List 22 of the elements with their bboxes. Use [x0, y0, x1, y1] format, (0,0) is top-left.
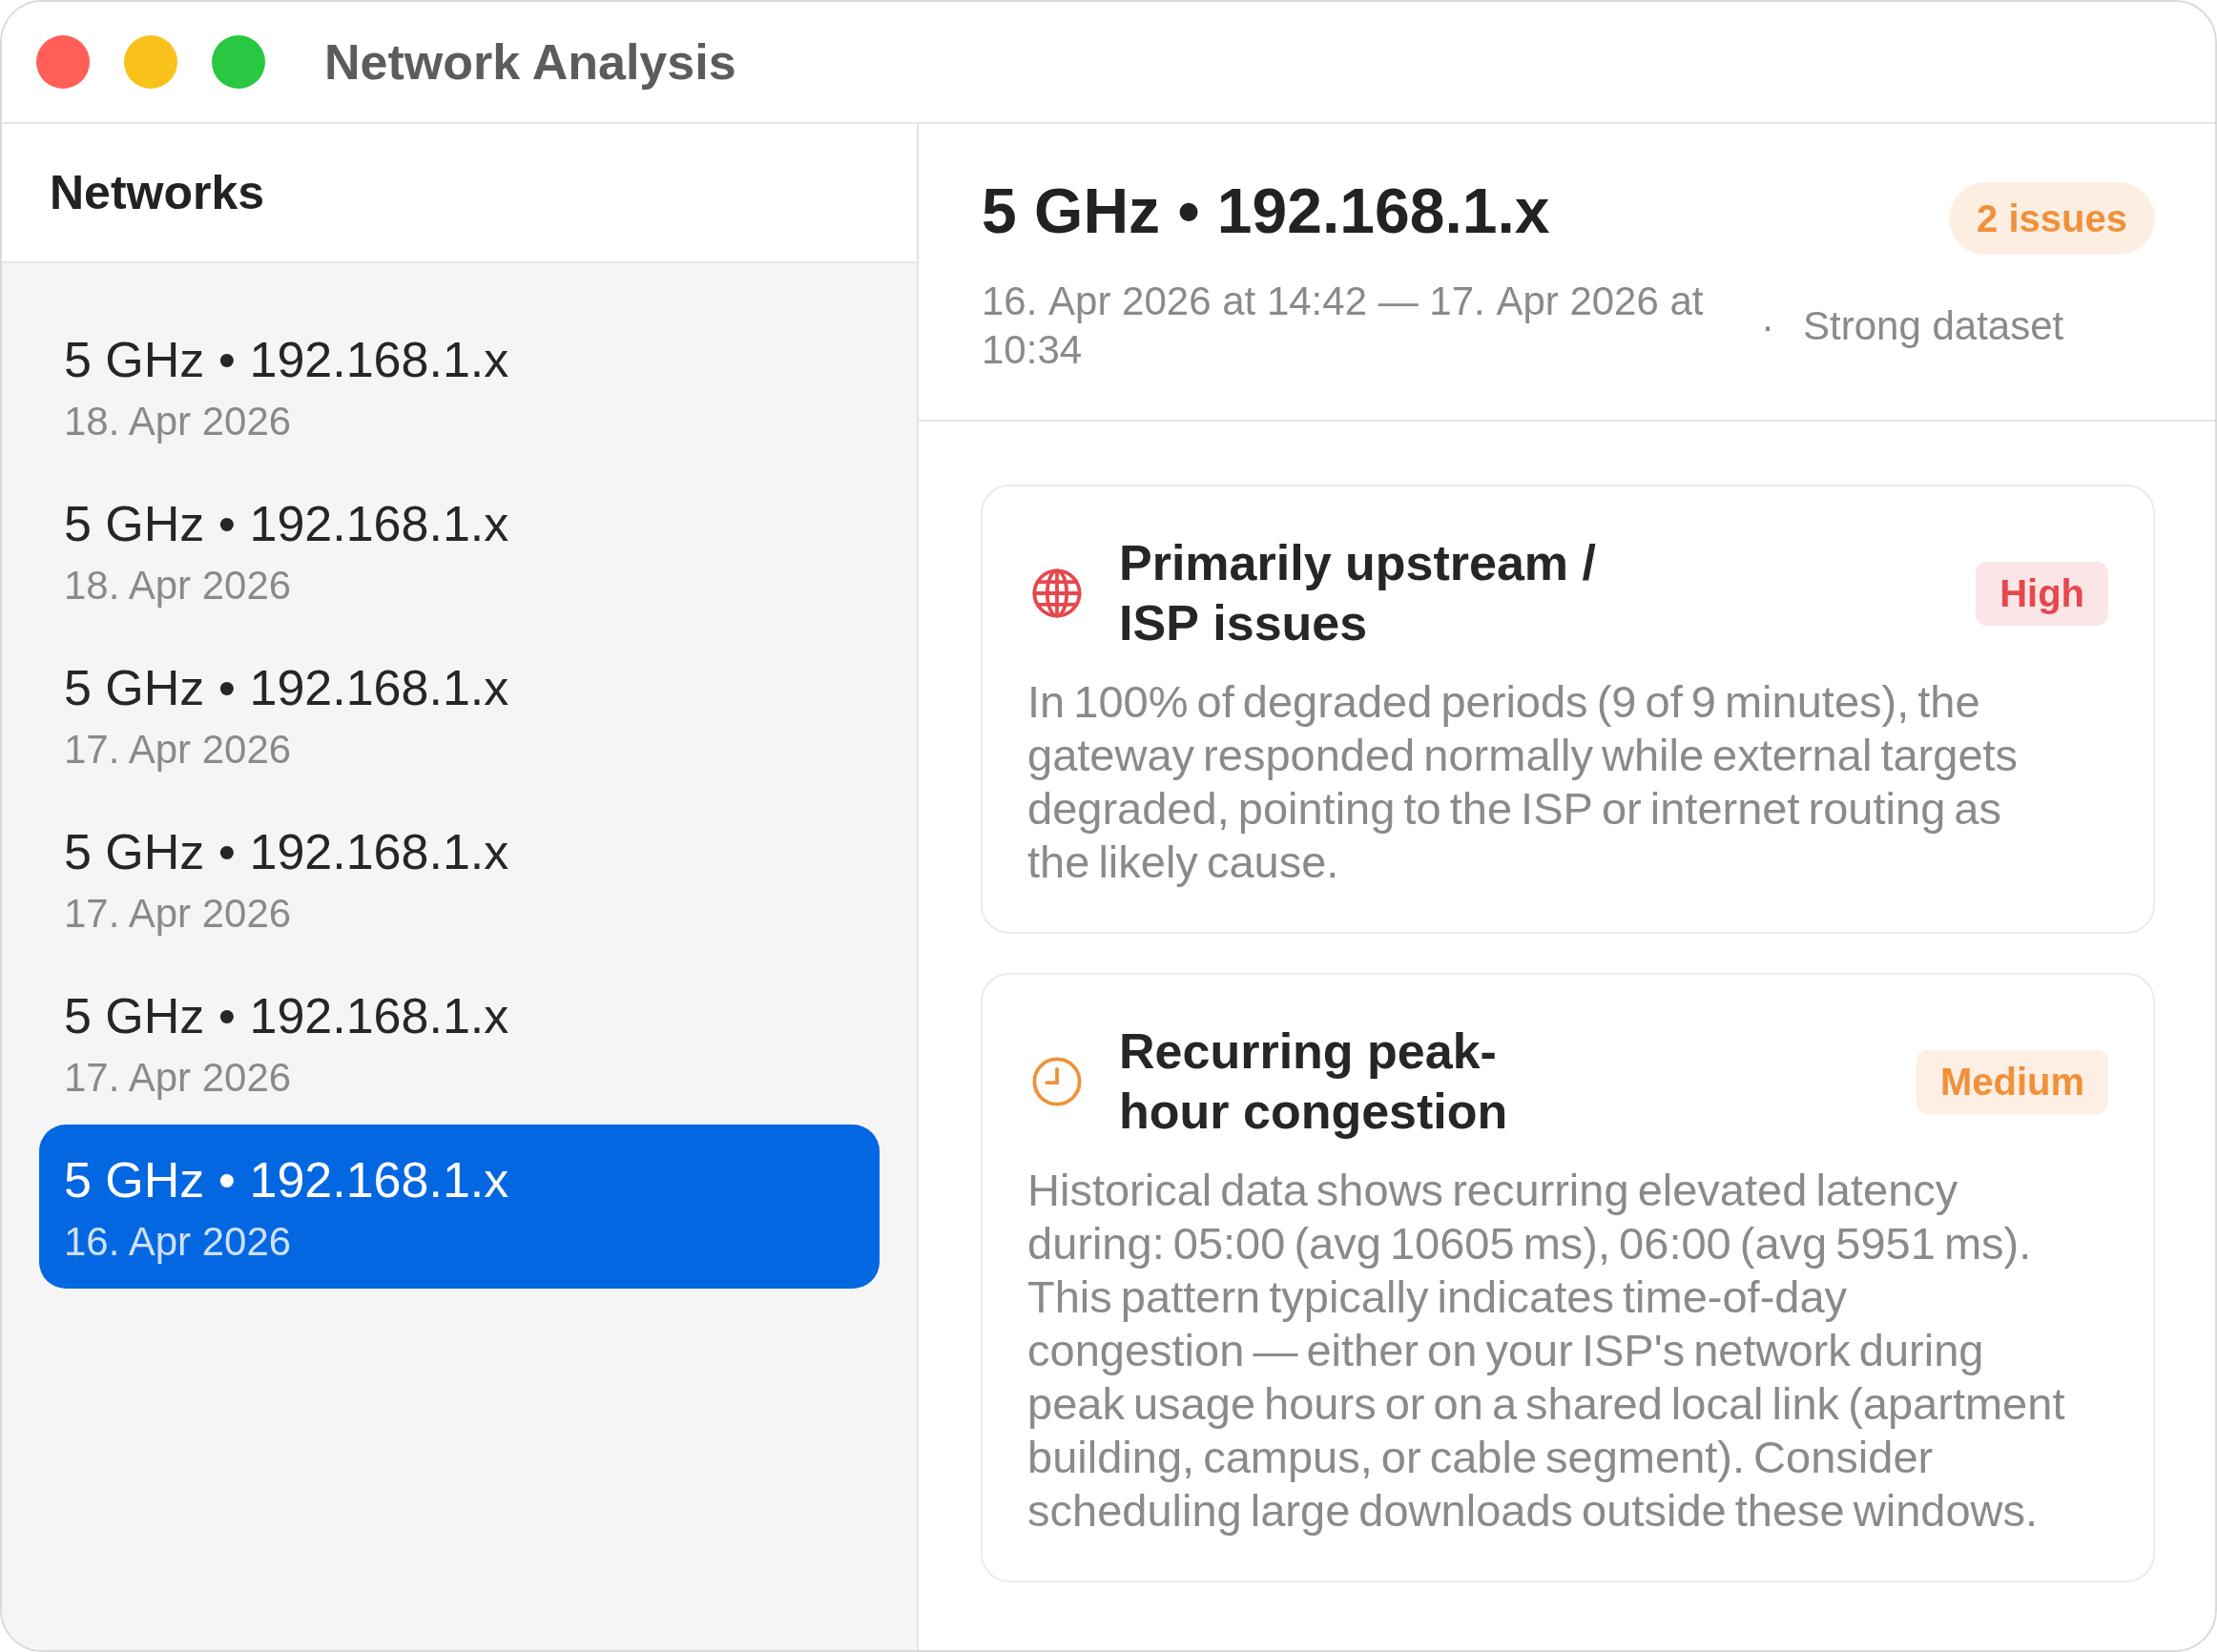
- severity-badge: High: [1976, 561, 2108, 626]
- network-list-item[interactable]: 5 GHz • 192.168.1.x 17. Apr 2026: [39, 960, 880, 1125]
- network-list-item[interactable]: 5 GHz • 192.168.1.x 18. Apr 2026: [39, 468, 880, 632]
- finding-title: Recurring peak-hour congestion: [1119, 1022, 1509, 1141]
- finding-title: Primarily upstream / ISP issues: [1119, 534, 1597, 652]
- separator: ·: [1761, 301, 1774, 350]
- network-list-item[interactable]: 5 GHz • 192.168.1.x 16. Apr 2026: [39, 1125, 880, 1289]
- close-button[interactable]: [36, 35, 90, 89]
- network-list-item[interactable]: 5 GHz • 192.168.1.x 17. Apr 2026: [39, 796, 880, 960]
- finding-description: In 100% of degraded periods (9 of 9 minutes), the gateway responded normally while external targets degraded, pointing to the ISP or internet routing as the likely cause.: [1027, 675, 2020, 889]
- issues-badge: 2 issues: [1949, 182, 2155, 255]
- severity-badge: Medium: [1916, 1049, 2108, 1114]
- window-title: Network Analysis: [324, 33, 736, 92]
- network-list-item[interactable]: 5 GHz • 192.168.1.x 18. Apr 2026: [39, 304, 880, 468]
- network-list-item[interactable]: 5 GHz • 192.168.1.x 17. Apr 2026: [39, 632, 880, 796]
- finding-description: Historical data shows recurring elevated latency during: 05:00 (avg 10605 ms), 06:00 (avg 5951 ms). This pattern typically indicates time-of-day congestion — either on your ISP's network during peak usage hours or on a shared local link (apartment building, campus, or cable segment). Consider scheduling large downloads outside these windows.: [1027, 1164, 2066, 1538]
- sidebar-title: Networks: [50, 165, 265, 221]
- dataset-quality: Strong dataset: [1803, 301, 2064, 350]
- minimize-button[interactable]: [124, 35, 177, 89]
- time-range: 16. Apr 2026 at 14:42 — 17. Apr 2026 at 10:34: [982, 278, 1705, 374]
- detail-title: 5 GHz • 192.168.1.x: [982, 175, 1550, 248]
- zoom-button[interactable]: [212, 35, 265, 89]
